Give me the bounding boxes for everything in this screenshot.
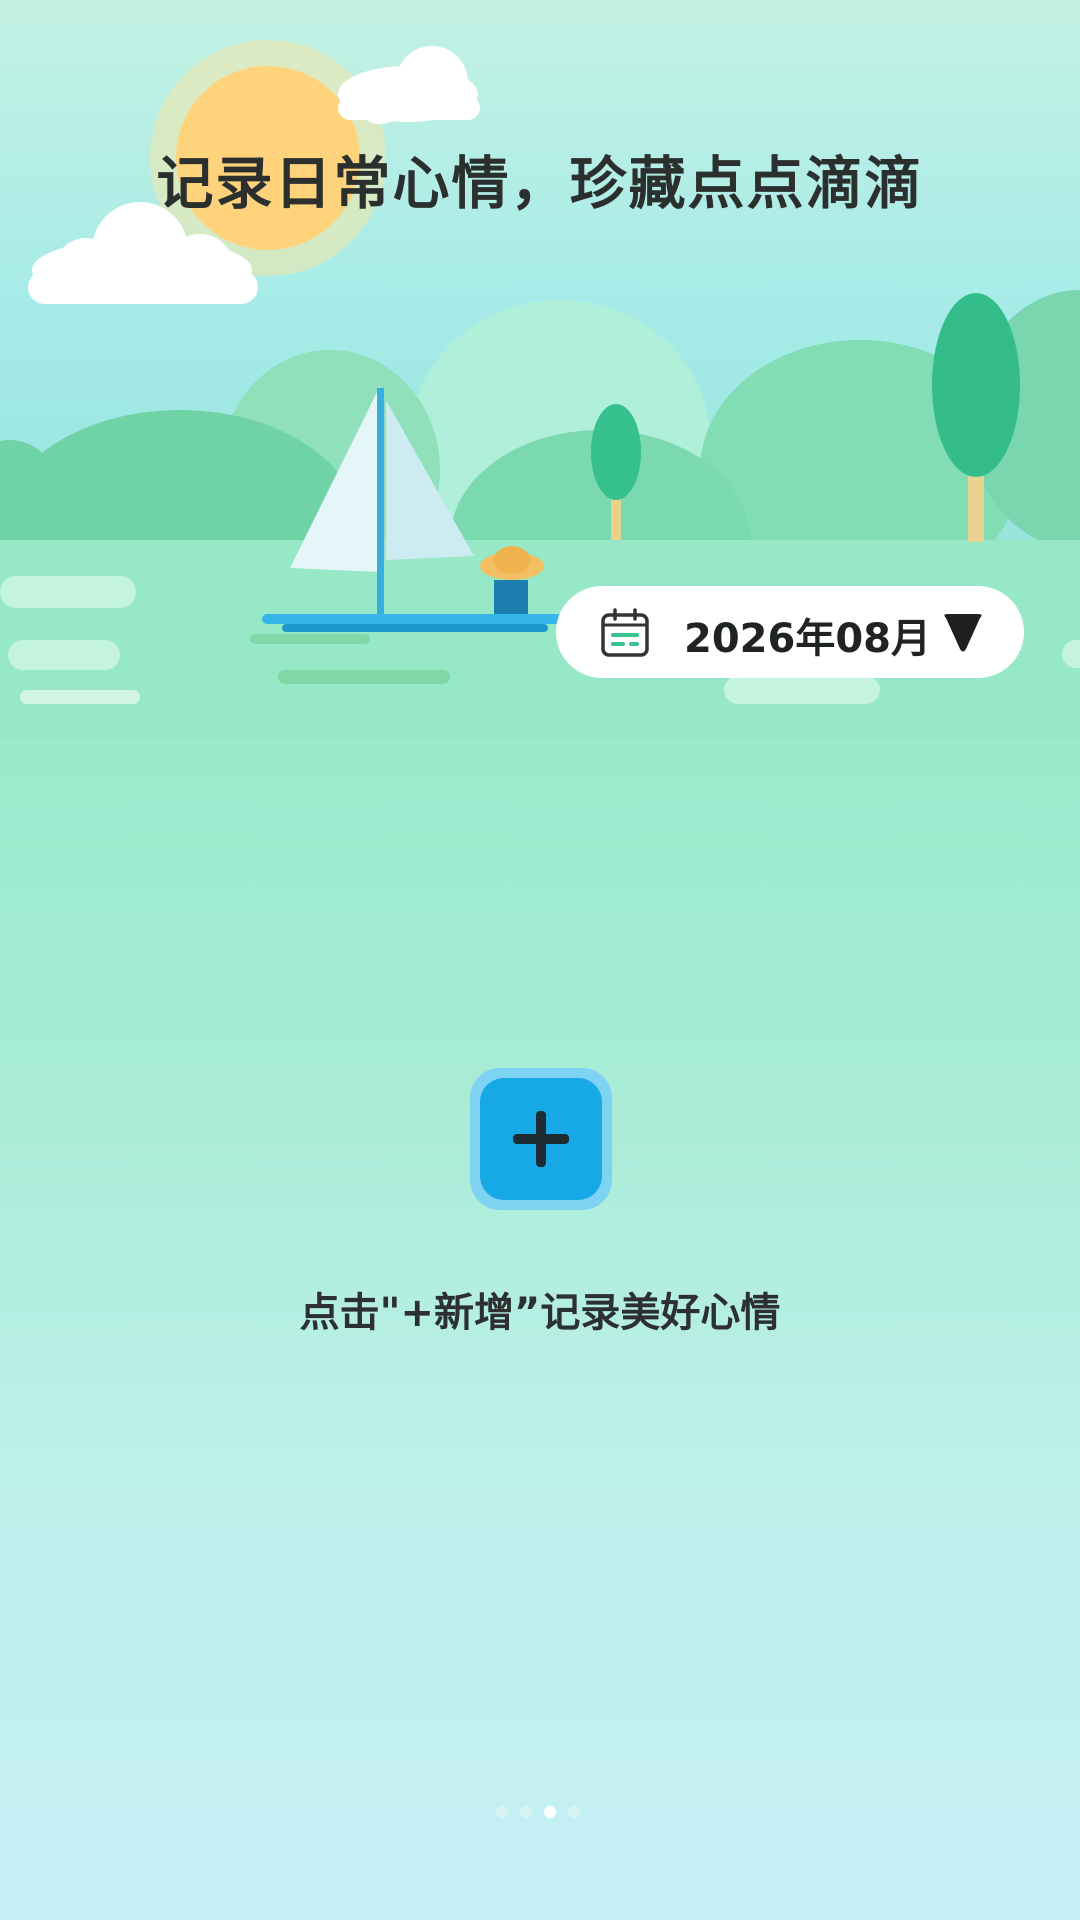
calendar-icon	[601, 608, 649, 657]
empty-state-hint: 点击"+新增”记录美好心情	[299, 1290, 781, 1336]
page-dot-active	[544, 1806, 556, 1818]
add-entry-button-frame	[470, 1068, 612, 1210]
plus-icon	[513, 1111, 569, 1167]
page-dot	[496, 1806, 508, 1818]
banner-headline: 记录日常心情，珍藏点点滴滴	[156, 151, 924, 217]
add-entry-button[interactable]	[480, 1078, 602, 1200]
selected-month: 2026年08月	[684, 616, 931, 662]
triangle-down-icon	[944, 614, 982, 652]
month-selector[interactable]: 2026年08月	[556, 586, 1024, 678]
page-dot	[568, 1806, 580, 1818]
page-dot	[520, 1806, 532, 1818]
